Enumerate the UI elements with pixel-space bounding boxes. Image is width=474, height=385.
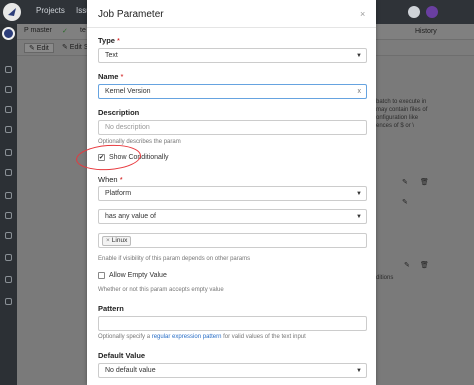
clear-icon[interactable]: x [358,88,362,96]
when-help: Enable if visibility of this param depen… [98,256,251,262]
tags-icon[interactable] [5,126,12,133]
background-conditions-text: ditions [376,275,394,281]
info-icon[interactable] [5,276,12,283]
dialog-header-divider [87,27,376,28]
pattern-input[interactable] [98,316,367,331]
nav-projects[interactable]: Projects [36,6,65,15]
edit-tab[interactable]: ✎ Edit [24,43,54,53]
when-param-value: Platform [105,190,132,197]
statistics-icon[interactable] [5,254,12,261]
builds-icon[interactable] [5,192,12,199]
pattern-help: Optionally specify a regular expression … [98,334,306,340]
pattern-label: Pattern [98,304,124,313]
when-operator-select[interactable]: has any value of ▼ [98,209,367,224]
name-label: Name * [98,72,124,81]
allow-empty-help: Whether or not this param accepts empty … [98,287,224,293]
issues-icon[interactable] [5,169,12,176]
background-description-text: batch to execute in may contain files of… [376,99,428,129]
when-values-input[interactable]: × Linux [98,233,367,248]
chevron-down-icon: ▼ [356,53,362,59]
when-label: When * [98,175,123,184]
description-placeholder: No description [105,124,150,131]
edit-pencil-icon[interactable]: ✎ [402,178,408,186]
project-avatar[interactable] [2,27,15,40]
type-label: Type * [98,36,120,45]
value-tag: × Linux [102,236,132,246]
chevron-down-icon: ▼ [356,214,362,220]
delete-icon[interactable]: 🗑 [420,178,429,186]
remove-tag-icon[interactable]: × [106,237,110,244]
edit-pencil-icon[interactable]: ✎ [404,261,410,269]
description-input[interactable]: No description [98,120,367,135]
regex-pattern-link[interactable]: regular expression pattern [152,334,222,340]
name-input[interactable]: Kernel Version x [98,84,367,99]
type-select[interactable]: Text ▼ [98,48,367,63]
settings-icon[interactable] [5,298,12,305]
help-icon[interactable] [408,6,420,18]
user-avatar[interactable] [426,6,438,18]
packages-icon[interactable] [5,212,12,219]
code-comments-icon[interactable] [5,232,12,239]
edit-pencil-icon[interactable]: ✎ [402,198,408,206]
pull-requests-icon[interactable] [5,149,12,156]
commits-icon[interactable] [5,86,12,93]
when-operator-value: has any value of [105,213,156,220]
build-status-icon: ✓ [62,28,68,35]
allow-empty-checkbox[interactable] [98,272,105,279]
job-parameter-dialog: Job Parameter × Type * Text ▼ Name * Ker… [87,0,376,385]
file-path-crumb[interactable]: te [80,27,86,34]
delete-icon[interactable]: 🗑 [420,261,429,269]
chevron-down-icon: ▼ [356,191,362,197]
history-link[interactable]: History [415,28,437,35]
branch-selector[interactable]: P master [24,27,52,34]
default-value-label: Default Value [98,351,146,360]
files-icon[interactable] [5,66,12,73]
dialog-title: Job Parameter [98,9,164,20]
default-value-select[interactable]: No default value ▼ [98,363,367,378]
branches-icon[interactable] [5,106,12,113]
when-param-select[interactable]: Platform ▼ [98,186,367,201]
default-value-value: No default value [105,367,156,374]
allow-empty-label[interactable]: Allow Empty Value [109,272,167,279]
edit-source-tab[interactable]: ✎ Edit S [62,43,89,51]
chevron-down-icon: ▼ [356,368,362,374]
description-label: Description [98,108,140,117]
name-input-value: Kernel Version [105,88,151,95]
app-logo-icon[interactable] [3,3,21,21]
close-icon[interactable]: × [360,9,365,19]
type-select-value: Text [105,52,118,59]
left-sidebar [0,24,17,385]
